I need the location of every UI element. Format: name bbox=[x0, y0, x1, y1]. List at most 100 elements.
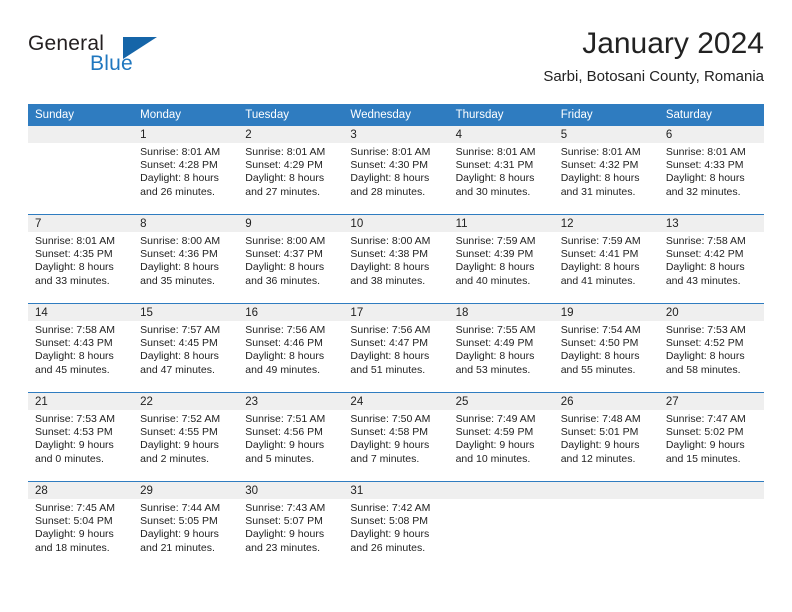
calendar-day-cell[interactable]: 22 Sunrise: 7:52 AM Sunset: 4:55 PM Dayligh… bbox=[133, 393, 239, 481]
calendar-day-cell[interactable]: 8 Sunrise: 8:00 AM Sunset: 4:36 PM Daylight… bbox=[133, 215, 239, 303]
daylight-duration-line2: and 35 minutes. bbox=[140, 274, 215, 287]
calendar-day-cell[interactable]: 19 Sunrise: 7:54 AM Sunset: 4:50 PM Dayligh… bbox=[553, 304, 659, 392]
calendar-day-cell[interactable]: 16 Sunrise: 7:56 AM Sunset: 4:46 PM Dayligh… bbox=[238, 304, 344, 392]
sunrise-time: Sunrise: 7:59 AM bbox=[455, 235, 536, 247]
weekday-header-wednesday: Wednesday bbox=[343, 104, 449, 126]
sunrise-time: Sunrise: 7:56 AM bbox=[350, 324, 431, 336]
day-number: 10 bbox=[343, 215, 449, 232]
daylight-duration-line1: Daylight: 9 hours bbox=[665, 439, 745, 452]
daylight-duration-line2: and 51 minutes. bbox=[350, 363, 426, 376]
day-number: 7 bbox=[28, 215, 134, 232]
sunset-time: Sunset: 4:41 PM bbox=[560, 248, 639, 261]
day-number: 15 bbox=[133, 304, 239, 321]
sunset-time: Sunset: 5:08 PM bbox=[350, 515, 429, 528]
daylight-duration-line1: Daylight: 8 hours bbox=[455, 261, 535, 274]
calendar-day-cell[interactable]: 12 Sunrise: 7:59 AM Sunset: 4:41 PM Dayligh… bbox=[553, 215, 659, 303]
daylight-duration-line1: Daylight: 9 hours bbox=[350, 439, 430, 452]
daylight-duration-line2: and 12 minutes. bbox=[560, 452, 636, 465]
daylight-duration-line2: and 32 minutes. bbox=[665, 185, 741, 198]
sunrise-sunset-calendar: Sunday Monday Tuesday Wednesday Thursday… bbox=[28, 104, 764, 570]
calendar-day-cell[interactable]: 2 Sunrise: 8:01 AM Sunset: 4:29 PM Daylight… bbox=[238, 126, 344, 214]
day-details: Sunrise: 7:57 AM Sunset: 4:45 PM Daylight:… bbox=[133, 321, 238, 377]
day-number bbox=[28, 126, 134, 143]
sunrise-time: Sunrise: 7:58 AM bbox=[35, 324, 115, 336]
calendar-day-cell[interactable]: 25 Sunrise: 7:49 AM Sunset: 4:59 PM Dayligh… bbox=[448, 393, 554, 481]
calendar-day-cell[interactable]: 1 Sunrise: 8:01 AM Sunset: 4:28 PM Daylight… bbox=[133, 126, 239, 214]
day-details: Sunrise: 7:47 AM Sunset: 5:02 PM Daylight:… bbox=[659, 410, 764, 466]
day-number: 27 bbox=[658, 393, 764, 410]
calendar-week-row: 21 Sunrise: 7:53 AM Sunset: 4:53 PM Dayligh… bbox=[28, 392, 764, 482]
calendar-day-cell[interactable]: 29 Sunrise: 7:44 AM Sunset: 5:05 PM Dayligh… bbox=[133, 482, 239, 570]
daylight-duration-line1: Daylight: 8 hours bbox=[455, 350, 535, 363]
day-details: Sunrise: 7:54 AM Sunset: 4:50 PM Daylight:… bbox=[554, 321, 659, 377]
day-details: Sunrise: 7:56 AM Sunset: 4:47 PM Daylight:… bbox=[343, 321, 448, 377]
daylight-duration-line1: Daylight: 8 hours bbox=[455, 172, 535, 185]
calendar-day-cell[interactable]: 7 Sunrise: 8:01 AM Sunset: 4:35 PM Daylight… bbox=[28, 215, 134, 303]
calendar-day-cell[interactable]: 24 Sunrise: 7:50 AM Sunset: 4:58 PM Dayligh… bbox=[343, 393, 449, 481]
calendar-day-cell[interactable]: 13 Sunrise: 7:58 AM Sunset: 4:42 PM Dayligh… bbox=[658, 215, 764, 303]
calendar-day-cell[interactable]: 20 Sunrise: 7:53 AM Sunset: 4:52 PM Dayligh… bbox=[658, 304, 764, 392]
day-number: 11 bbox=[448, 215, 554, 232]
day-details: Sunrise: 8:01 AM Sunset: 4:30 PM Daylight:… bbox=[343, 143, 448, 199]
sunrise-time: Sunrise: 8:01 AM bbox=[245, 146, 326, 158]
calendar-day-cell[interactable]: 9 Sunrise: 8:00 AM Sunset: 4:37 PM Daylight… bbox=[238, 215, 344, 303]
daylight-duration-line1: Daylight: 8 hours bbox=[140, 261, 219, 274]
day-details: Sunrise: 7:56 AM Sunset: 4:46 PM Daylight:… bbox=[238, 321, 343, 377]
calendar-day-cell[interactable]: 14 Sunrise: 7:58 AM Sunset: 4:43 PM Dayligh… bbox=[28, 304, 134, 392]
day-number: 19 bbox=[553, 304, 659, 321]
calendar-day-cell[interactable]: 10 Sunrise: 8:00 AM Sunset: 4:38 PM Dayligh… bbox=[343, 215, 449, 303]
sunrise-time: Sunrise: 7:48 AM bbox=[560, 413, 641, 425]
calendar-day-cell[interactable]: 4 Sunrise: 8:01 AM Sunset: 4:31 PM Daylight… bbox=[448, 126, 554, 214]
daylight-duration-line1: Daylight: 8 hours bbox=[245, 350, 325, 363]
calendar-day-cell[interactable]: 3 Sunrise: 8:01 AM Sunset: 4:30 PM Daylight… bbox=[343, 126, 449, 214]
sunset-time: Sunset: 5:05 PM bbox=[140, 515, 218, 528]
weekday-header-saturday: Saturday bbox=[658, 104, 764, 126]
day-details: Sunrise: 7:48 AM Sunset: 5:01 PM Daylight:… bbox=[554, 410, 659, 466]
day-number: 28 bbox=[28, 482, 134, 499]
calendar-day-cell[interactable]: 31 Sunrise: 7:42 AM Sunset: 5:08 PM Dayligh… bbox=[343, 482, 449, 570]
sunrise-time: Sunrise: 7:54 AM bbox=[560, 324, 641, 336]
sunrise-time: Sunrise: 7:44 AM bbox=[140, 502, 221, 514]
daylight-duration-line1: Daylight: 8 hours bbox=[560, 350, 640, 363]
sunset-time: Sunset: 4:37 PM bbox=[245, 248, 323, 261]
calendar-day-cell[interactable]: 18 Sunrise: 7:55 AM Sunset: 4:49 PM Dayligh… bbox=[448, 304, 554, 392]
day-details: Sunrise: 7:52 AM Sunset: 4:55 PM Daylight:… bbox=[133, 410, 238, 466]
daylight-duration-line2: and 41 minutes. bbox=[560, 274, 636, 287]
calendar-day-cell[interactable]: 5 Sunrise: 8:01 AM Sunset: 4:32 PM Daylight… bbox=[553, 126, 659, 214]
day-details: Sunrise: 8:00 AM Sunset: 4:36 PM Daylight:… bbox=[133, 232, 238, 288]
calendar-day-cell[interactable]: 28 Sunrise: 7:45 AM Sunset: 5:04 PM Dayligh… bbox=[28, 482, 134, 570]
day-details: Sunrise: 7:53 AM Sunset: 4:53 PM Daylight:… bbox=[28, 410, 133, 466]
calendar-day-cell[interactable]: 11 Sunrise: 7:59 AM Sunset: 4:39 PM Dayligh… bbox=[448, 215, 554, 303]
weekday-header-sunday: Sunday bbox=[28, 104, 134, 126]
daylight-duration-line2: and 23 minutes. bbox=[245, 541, 320, 554]
day-details: Sunrise: 7:59 AM Sunset: 4:41 PM Daylight:… bbox=[554, 232, 659, 288]
calendar-day-cell[interactable]: 17 Sunrise: 7:56 AM Sunset: 4:47 PM Dayligh… bbox=[343, 304, 449, 392]
daylight-duration-line1: Daylight: 8 hours bbox=[560, 172, 640, 185]
sunrise-time: Sunrise: 7:57 AM bbox=[140, 324, 221, 336]
calendar-day-cell[interactable]: 15 Sunrise: 7:57 AM Sunset: 4:45 PM Dayligh… bbox=[133, 304, 239, 392]
sunset-time: Sunset: 4:47 PM bbox=[350, 337, 429, 350]
day-number: 22 bbox=[133, 393, 239, 410]
calendar-day-cell[interactable]: 26 Sunrise: 7:48 AM Sunset: 5:01 PM Dayligh… bbox=[553, 393, 659, 481]
calendar-day-cell[interactable]: 6 Sunrise: 8:01 AM Sunset: 4:33 PM Daylight… bbox=[658, 126, 764, 214]
title-block: January 2024 Sarbi, Botosani County, Rom… bbox=[543, 26, 764, 88]
calendar-day-cell[interactable]: 21 Sunrise: 7:53 AM Sunset: 4:53 PM Dayligh… bbox=[28, 393, 134, 481]
sunset-time: Sunset: 4:31 PM bbox=[455, 159, 534, 172]
daylight-duration-line2: and 47 minutes. bbox=[140, 363, 215, 376]
daylight-duration-line2: and 43 minutes. bbox=[665, 274, 741, 287]
day-details: Sunrise: 7:44 AM Sunset: 5:05 PM Daylight:… bbox=[133, 499, 238, 555]
calendar-day-cell[interactable]: 30 Sunrise: 7:43 AM Sunset: 5:07 PM Dayligh… bbox=[238, 482, 344, 570]
sunrise-time: Sunrise: 8:00 AM bbox=[245, 235, 326, 247]
calendar-header-row: Sunday Monday Tuesday Wednesday Thursday… bbox=[28, 104, 764, 126]
daylight-duration-line1: Daylight: 8 hours bbox=[665, 172, 745, 185]
sunrise-time: Sunrise: 7:45 AM bbox=[35, 502, 115, 514]
day-details: Sunrise: 8:01 AM Sunset: 4:33 PM Daylight:… bbox=[659, 143, 764, 199]
sunset-time: Sunset: 4:58 PM bbox=[350, 426, 429, 439]
sunrise-time: Sunrise: 8:01 AM bbox=[560, 146, 641, 158]
calendar-day-cell[interactable]: 23 Sunrise: 7:51 AM Sunset: 4:56 PM Dayligh… bbox=[238, 393, 344, 481]
sunset-time: Sunset: 4:30 PM bbox=[350, 159, 429, 172]
day-number: 23 bbox=[238, 393, 344, 410]
calendar-day-cell[interactable]: 27 Sunrise: 7:47 AM Sunset: 5:02 PM Dayligh… bbox=[658, 393, 764, 481]
sunrise-time: Sunrise: 8:01 AM bbox=[350, 146, 431, 158]
calendar-cell-empty bbox=[448, 482, 554, 570]
